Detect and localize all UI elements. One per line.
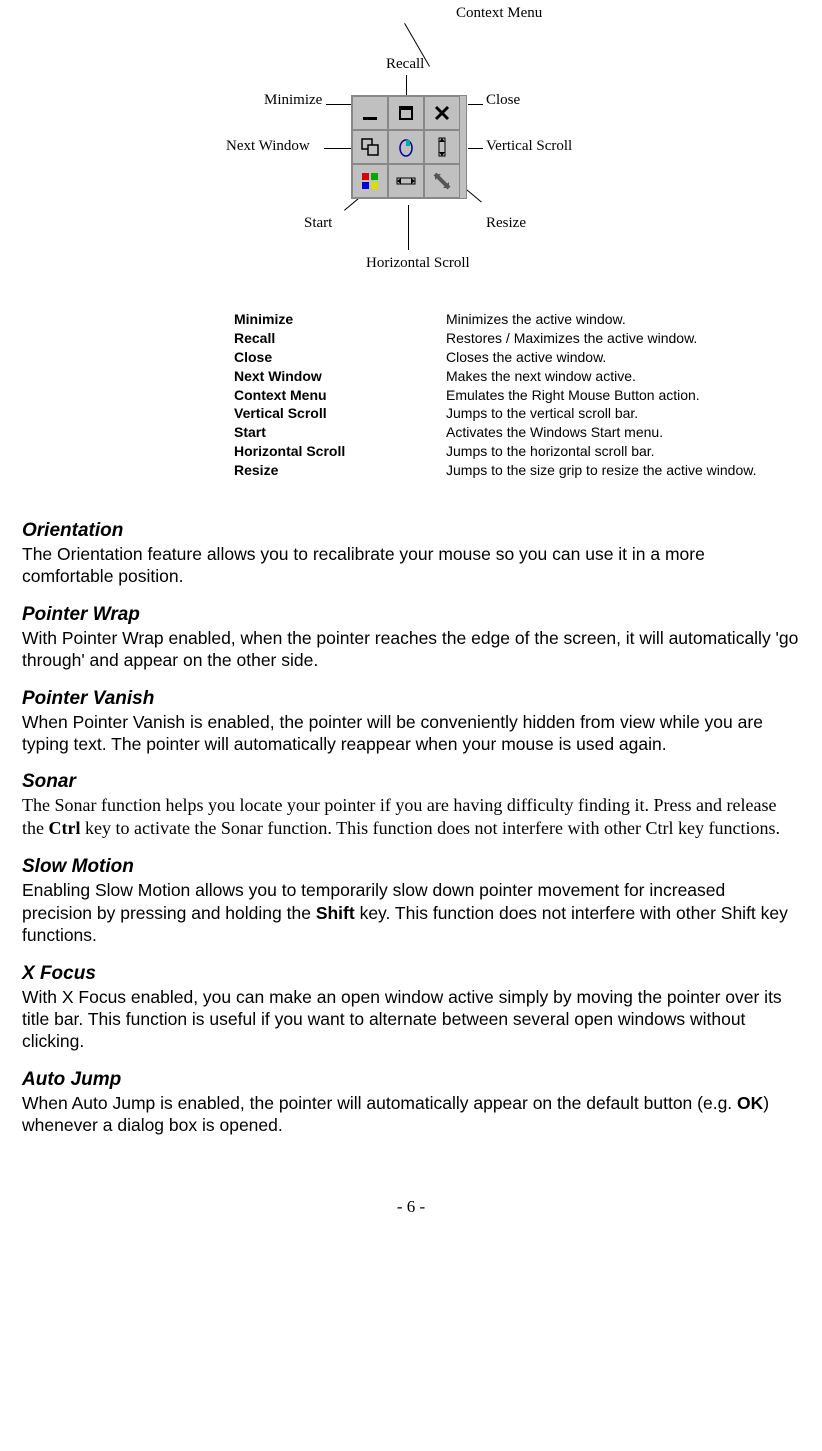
horizontal-scroll-icon xyxy=(388,164,424,198)
section-heading: Pointer Vanish xyxy=(22,688,800,710)
section-heading: Pointer Wrap xyxy=(22,604,800,626)
section-body: The Sonar function helps you locate your… xyxy=(22,794,800,840)
definition-row: MinimizeMinimizes the active window. xyxy=(234,310,800,329)
definition-term: Context Menu xyxy=(234,386,446,405)
label-vertical-scroll: Vertical Scroll xyxy=(486,138,572,155)
section-heading: Orientation xyxy=(22,520,800,542)
definition-term: Recall xyxy=(234,329,446,348)
definition-row: Next WindowMakes the next window active. xyxy=(234,367,800,386)
vertical-scroll-icon xyxy=(424,130,460,164)
definition-term: Horizontal Scroll xyxy=(234,442,446,461)
definition-desc: Restores / Maximizes the active window. xyxy=(446,329,800,348)
label-context-menu: Context Menu xyxy=(456,5,542,22)
definition-desc: Jumps to the size grip to resize the act… xyxy=(446,461,800,480)
definition-term: Resize xyxy=(234,461,446,480)
section-heading: Auto Jump xyxy=(22,1069,800,1091)
definition-row: StartActivates the Windows Start menu. xyxy=(234,423,800,442)
definition-row: Horizontal ScrollJumps to the horizontal… xyxy=(234,442,800,461)
definition-term: Close xyxy=(234,348,446,367)
label-horizontal-scroll: Horizontal Scroll xyxy=(366,255,470,272)
section-body: When Pointer Vanish is enabled, the poin… xyxy=(22,711,800,756)
definition-desc: Closes the active window. xyxy=(446,348,800,367)
definition-row: RecallRestores / Maximizes the active wi… xyxy=(234,329,800,348)
section-body: The Orientation feature allows you to re… xyxy=(22,543,800,588)
section-heading: Sonar xyxy=(22,771,800,793)
label-next-window: Next Window xyxy=(226,138,310,155)
definition-desc: Makes the next window active. xyxy=(446,367,800,386)
label-minimize: Minimize xyxy=(264,92,322,109)
toolbar-grid xyxy=(351,95,467,199)
definition-term: Minimize xyxy=(234,310,446,329)
section-heading: Slow Motion xyxy=(22,856,800,878)
page-number: - 6 - xyxy=(22,1197,800,1217)
section-body: With X Focus enabled, you can make an op… xyxy=(22,986,800,1053)
definition-term: Vertical Scroll xyxy=(234,404,446,423)
definition-desc: Emulates the Right Mouse Button action. xyxy=(446,386,800,405)
definition-desc: Jumps to the horizontal scroll bar. xyxy=(446,442,800,461)
definition-row: Vertical ScrollJumps to the vertical scr… xyxy=(234,404,800,423)
definition-desc: Jumps to the vertical scroll bar. xyxy=(446,404,800,423)
section-body: When Auto Jump is enabled, the pointer w… xyxy=(22,1092,800,1137)
label-recall: Recall xyxy=(386,56,424,73)
label-start: Start xyxy=(304,215,332,232)
definition-desc: Activates the Windows Start menu. xyxy=(446,423,800,442)
start-icon xyxy=(352,164,388,198)
section-body: Enabling Slow Motion allows you to tempo… xyxy=(22,879,800,946)
context-menu-icon xyxy=(388,130,424,164)
toolbar-diagram: Context Menu Recall Minimize Close Next … xyxy=(196,20,626,290)
definition-desc: Minimizes the active window. xyxy=(446,310,800,329)
definitions-table: MinimizeMinimizes the active window.Reca… xyxy=(234,310,800,480)
section-body: With Pointer Wrap enabled, when the poin… xyxy=(22,627,800,672)
definition-row: Context MenuEmulates the Right Mouse But… xyxy=(234,386,800,405)
definition-term: Next Window xyxy=(234,367,446,386)
close-icon xyxy=(424,96,460,130)
minimize-icon xyxy=(352,96,388,130)
resize-icon xyxy=(424,164,460,198)
definition-row: CloseCloses the active window. xyxy=(234,348,800,367)
definition-row: ResizeJumps to the size grip to resize t… xyxy=(234,461,800,480)
label-resize: Resize xyxy=(486,215,526,232)
label-close: Close xyxy=(486,92,520,109)
section-heading: X Focus xyxy=(22,963,800,985)
next-window-icon xyxy=(352,130,388,164)
recall-icon xyxy=(388,96,424,130)
definition-term: Start xyxy=(234,423,446,442)
